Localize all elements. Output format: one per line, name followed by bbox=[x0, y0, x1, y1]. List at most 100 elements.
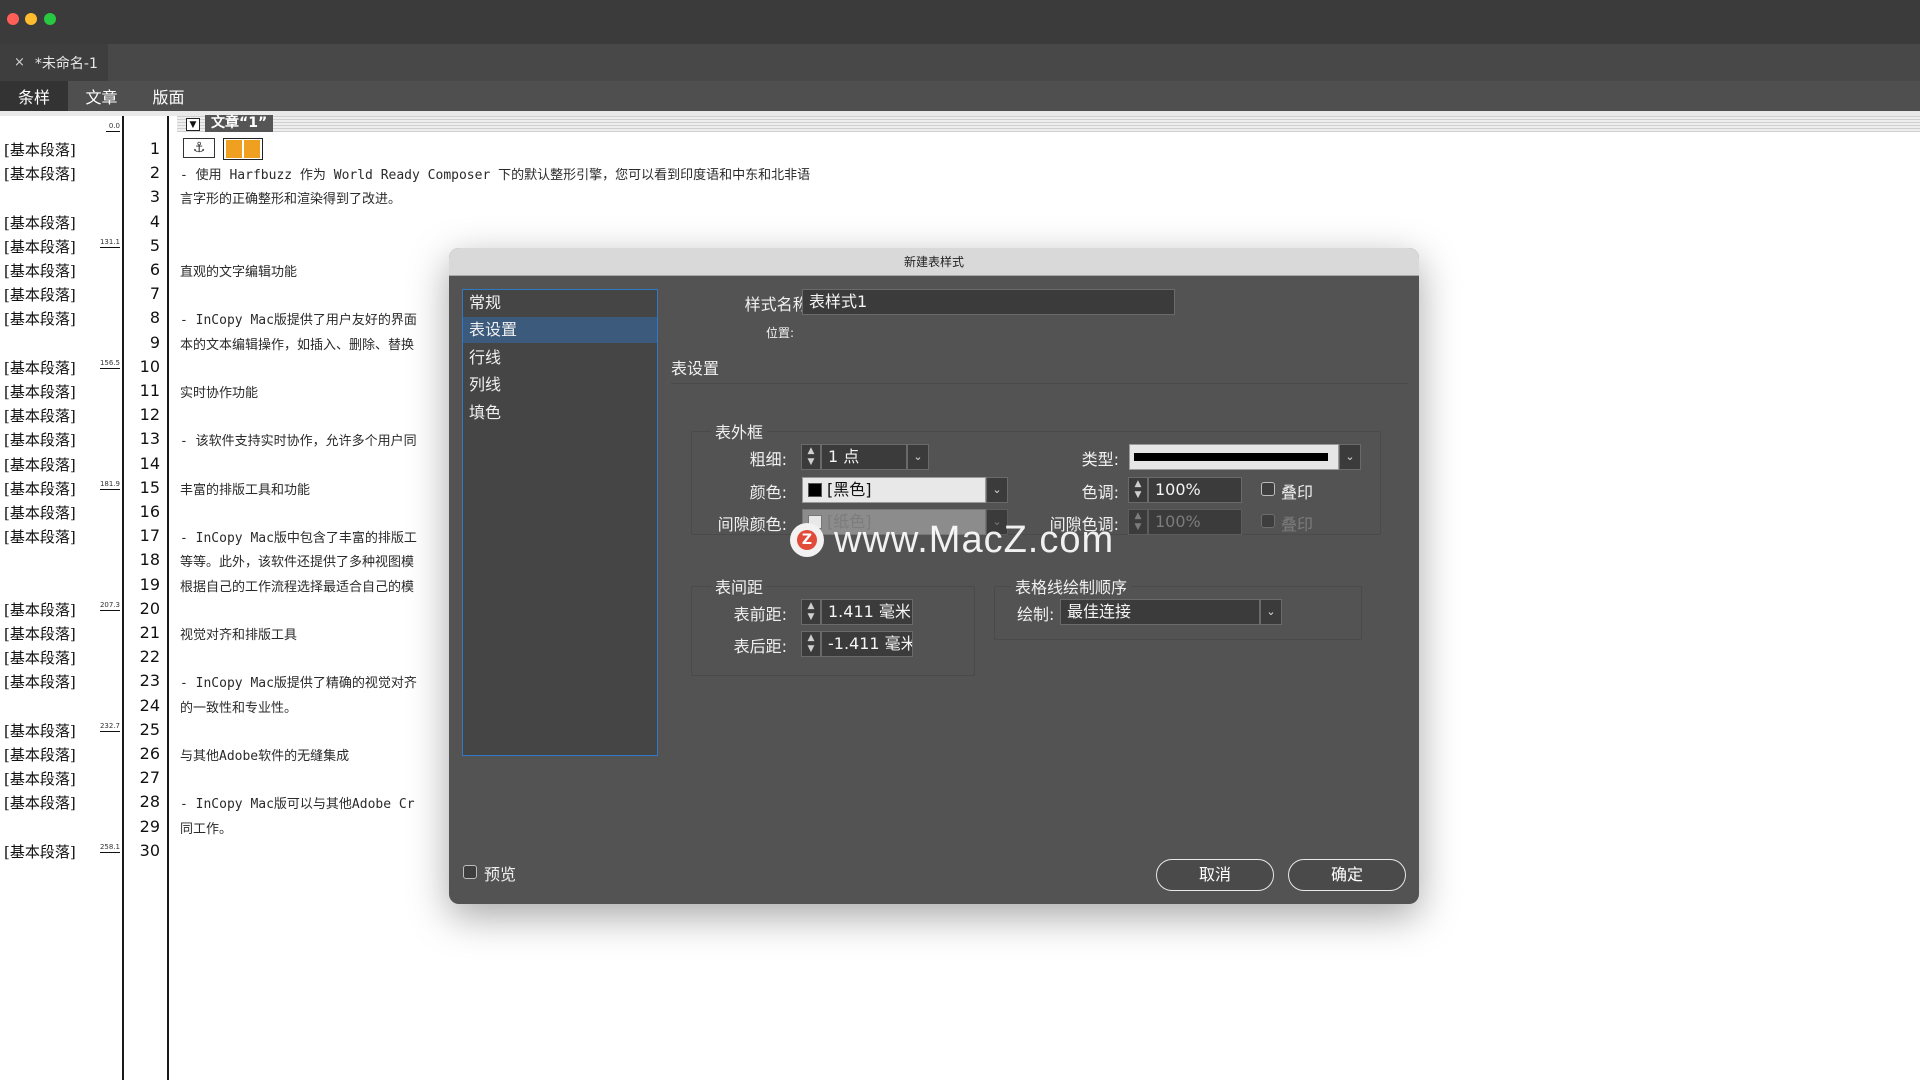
category-row-strokes[interactable]: 行线 bbox=[463, 345, 657, 371]
color-label: 颜色: bbox=[749, 483, 787, 502]
paragraph-style-name[interactable]: [基本段落] bbox=[4, 599, 76, 620]
preview-checkbox[interactable] bbox=[463, 865, 477, 879]
paragraph-style-name[interactable]: [基本段落] bbox=[4, 139, 76, 160]
story-text-line: 与其他Adobe软件的无缝集成 bbox=[180, 749, 350, 764]
story-header-bar[interactable]: ▼ 文章“1” bbox=[177, 115, 1920, 132]
gap-color-label: 间隙颜色: bbox=[717, 515, 787, 534]
paragraph-style-name[interactable]: [基本段落] bbox=[4, 792, 76, 813]
category-column-strokes[interactable]: 列线 bbox=[463, 372, 657, 398]
story-text-line: 言字形的正确整形和渲染得到了改进。 bbox=[180, 192, 402, 208]
table-marker-icon[interactable] bbox=[223, 138, 263, 160]
weight-dropdown-chevron-icon[interactable]: ⌄ bbox=[907, 444, 929, 470]
paragraph-style-name[interactable]: [基本段落] bbox=[4, 454, 76, 475]
depth-ruler-mark: 131.1 bbox=[99, 237, 120, 248]
stroke-drawing-order-title: 表格线绘制顺序 bbox=[1011, 574, 1132, 598]
paragraph-style-name[interactable]: [基本段落] bbox=[4, 526, 76, 547]
paragraph-style-name[interactable]: [基本段落] bbox=[4, 212, 76, 233]
anchor-icon[interactable]: ⚓ bbox=[183, 138, 215, 158]
paragraph-style-name[interactable]: [基本段落] bbox=[4, 623, 76, 644]
space-before-stepper[interactable]: ▲ ▼ bbox=[801, 599, 821, 625]
paragraph-style-name[interactable]: [基本段落] bbox=[4, 502, 76, 523]
overprint-checkbox[interactable] bbox=[1261, 482, 1275, 496]
draw-order-chevron-icon[interactable]: ⌄ bbox=[1260, 599, 1282, 625]
paragraph-style-name[interactable]: [基本段落] bbox=[4, 478, 76, 499]
story-text-line: 直观的文字编辑功能 bbox=[180, 265, 298, 280]
story-text-line: - 该软件支持实时协作，允许多个用户同 bbox=[180, 434, 417, 450]
paragraph-style-name[interactable]: [基本段落] bbox=[4, 429, 76, 450]
document-tab[interactable]: × *未命名-1 bbox=[0, 44, 108, 81]
paragraph-style-name[interactable]: [基本段落] bbox=[4, 260, 76, 281]
line-number: 15 bbox=[139, 477, 160, 497]
paragraph-style-name[interactable]: [基本段落] bbox=[4, 744, 76, 765]
paragraph-style-name[interactable]: [基本段落] bbox=[4, 647, 76, 668]
watermark: Z www.MacZ.com bbox=[790, 518, 1114, 562]
paragraph-style-name[interactable]: [基本段落] bbox=[4, 284, 76, 305]
space-before-label: 表前距: bbox=[733, 605, 787, 624]
line-number: 18 bbox=[139, 550, 160, 570]
paragraph-style-name[interactable]: [基本段落] bbox=[4, 308, 76, 329]
zoom-window-button[interactable] bbox=[44, 13, 56, 25]
category-fills[interactable]: 填色 bbox=[463, 400, 657, 426]
draw-order-select[interactable]: 最佳连接 bbox=[1060, 599, 1260, 625]
paragraph-style-name[interactable]: [基本段落] bbox=[4, 671, 76, 692]
paragraph-style-name[interactable]: [基本段落] bbox=[4, 841, 76, 862]
dialog-title: 新建表样式 bbox=[449, 248, 1419, 276]
tint-input[interactable]: 100% bbox=[1148, 477, 1242, 503]
paragraph-style-name[interactable]: [基本段落] bbox=[4, 768, 76, 789]
gap-tint-stepper[interactable]: ▲ ▼ bbox=[1128, 509, 1148, 535]
collapse-triangle-icon[interactable]: ▼ bbox=[186, 118, 200, 131]
color-select[interactable]: [黑色] bbox=[802, 477, 986, 503]
category-table-setup[interactable]: 表设置 bbox=[463, 317, 657, 343]
story-text-line: 等等。此外，该软件还提供了多种视图模 bbox=[180, 555, 415, 571]
gap-tint-input[interactable]: 100% bbox=[1148, 509, 1242, 535]
close-tab-icon[interactable]: × bbox=[14, 55, 25, 70]
style-name-label: 样式名称: bbox=[744, 295, 814, 314]
minimize-window-button[interactable] bbox=[25, 13, 37, 25]
story-text-line: - InCopy Mac版可以与其他Adobe Cr bbox=[180, 797, 415, 813]
line-number: 28 bbox=[139, 792, 160, 812]
weight-input[interactable]: 1 点 bbox=[821, 444, 907, 470]
depth-ruler-mark: 0.0 bbox=[106, 122, 120, 132]
paragraph-style-name[interactable]: [基本段落] bbox=[4, 357, 76, 378]
story-title: 文章“1” bbox=[205, 115, 274, 132]
paragraph-style-column: 0.0 [基本段落] [基本段落] [基本段落] [基本段落] 131.1 [基本段落] [… bbox=[0, 116, 124, 1080]
paragraph-style-name[interactable]: [基本段落] bbox=[4, 236, 76, 257]
ok-button[interactable]: 确定 bbox=[1288, 859, 1406, 891]
close-window-button[interactable] bbox=[7, 13, 19, 25]
space-after-label: 表后距: bbox=[733, 637, 787, 656]
paragraph-style-name[interactable]: [基本段落] bbox=[4, 381, 76, 402]
line-number: 27 bbox=[139, 768, 160, 788]
space-after-stepper[interactable]: ▲ ▼ bbox=[801, 631, 821, 657]
tab-layout[interactable]: 版面 bbox=[135, 81, 202, 111]
style-name-input[interactable]: 表样式1 bbox=[802, 289, 1175, 315]
stroke-type-select[interactable] bbox=[1129, 444, 1339, 470]
gap-overprint-checkbox[interactable] bbox=[1261, 514, 1275, 528]
type-dropdown-chevron-icon[interactable]: ⌄ bbox=[1339, 444, 1361, 470]
paragraph-style-name[interactable]: [基本段落] bbox=[4, 720, 76, 741]
cancel-button[interactable]: 取消 bbox=[1156, 859, 1274, 891]
story-text-line: - InCopy Mac版提供了精确的视觉对齐 bbox=[180, 676, 417, 692]
color-dropdown-chevron-icon[interactable]: ⌄ bbox=[986, 477, 1008, 503]
depth-ruler-mark: 156.5 bbox=[99, 358, 120, 369]
line-number: 20 bbox=[139, 598, 160, 618]
space-after-input[interactable]: -1.411 毫米 bbox=[821, 631, 913, 657]
tint-stepper[interactable]: ▲ ▼ bbox=[1128, 477, 1148, 503]
location-label: 位置: bbox=[765, 326, 794, 340]
overprint-label: 叠印 bbox=[1281, 483, 1314, 502]
depth-ruler-mark: 181.9 bbox=[99, 479, 120, 490]
solid-line-preview bbox=[1134, 453, 1328, 461]
paragraph-style-name[interactable]: [基本段落] bbox=[4, 405, 76, 426]
line-number: 7 bbox=[149, 284, 160, 304]
story-text-line: - InCopy Mac版提供了用户友好的界面 bbox=[180, 313, 417, 329]
watermark-text: www.MacZ.com bbox=[834, 518, 1115, 561]
paragraph-style-name[interactable]: [基本段落] bbox=[4, 163, 76, 184]
category-general[interactable]: 常规 bbox=[463, 290, 657, 316]
preview-label: 预览 bbox=[484, 865, 517, 884]
space-before-input[interactable]: 1.411 毫米 bbox=[821, 599, 913, 625]
line-number: 29 bbox=[139, 816, 160, 836]
new-table-style-dialog: 新建表样式 常规 表设置 行线 列线 填色 样式名称: 表样式1 位置: 表设置… bbox=[449, 248, 1419, 904]
draw-label: 绘制: bbox=[1017, 605, 1055, 624]
tab-story[interactable]: 文章 bbox=[68, 81, 135, 111]
tab-galley[interactable]: 条样 bbox=[0, 81, 68, 111]
weight-stepper[interactable]: ▲ ▼ bbox=[801, 444, 821, 470]
